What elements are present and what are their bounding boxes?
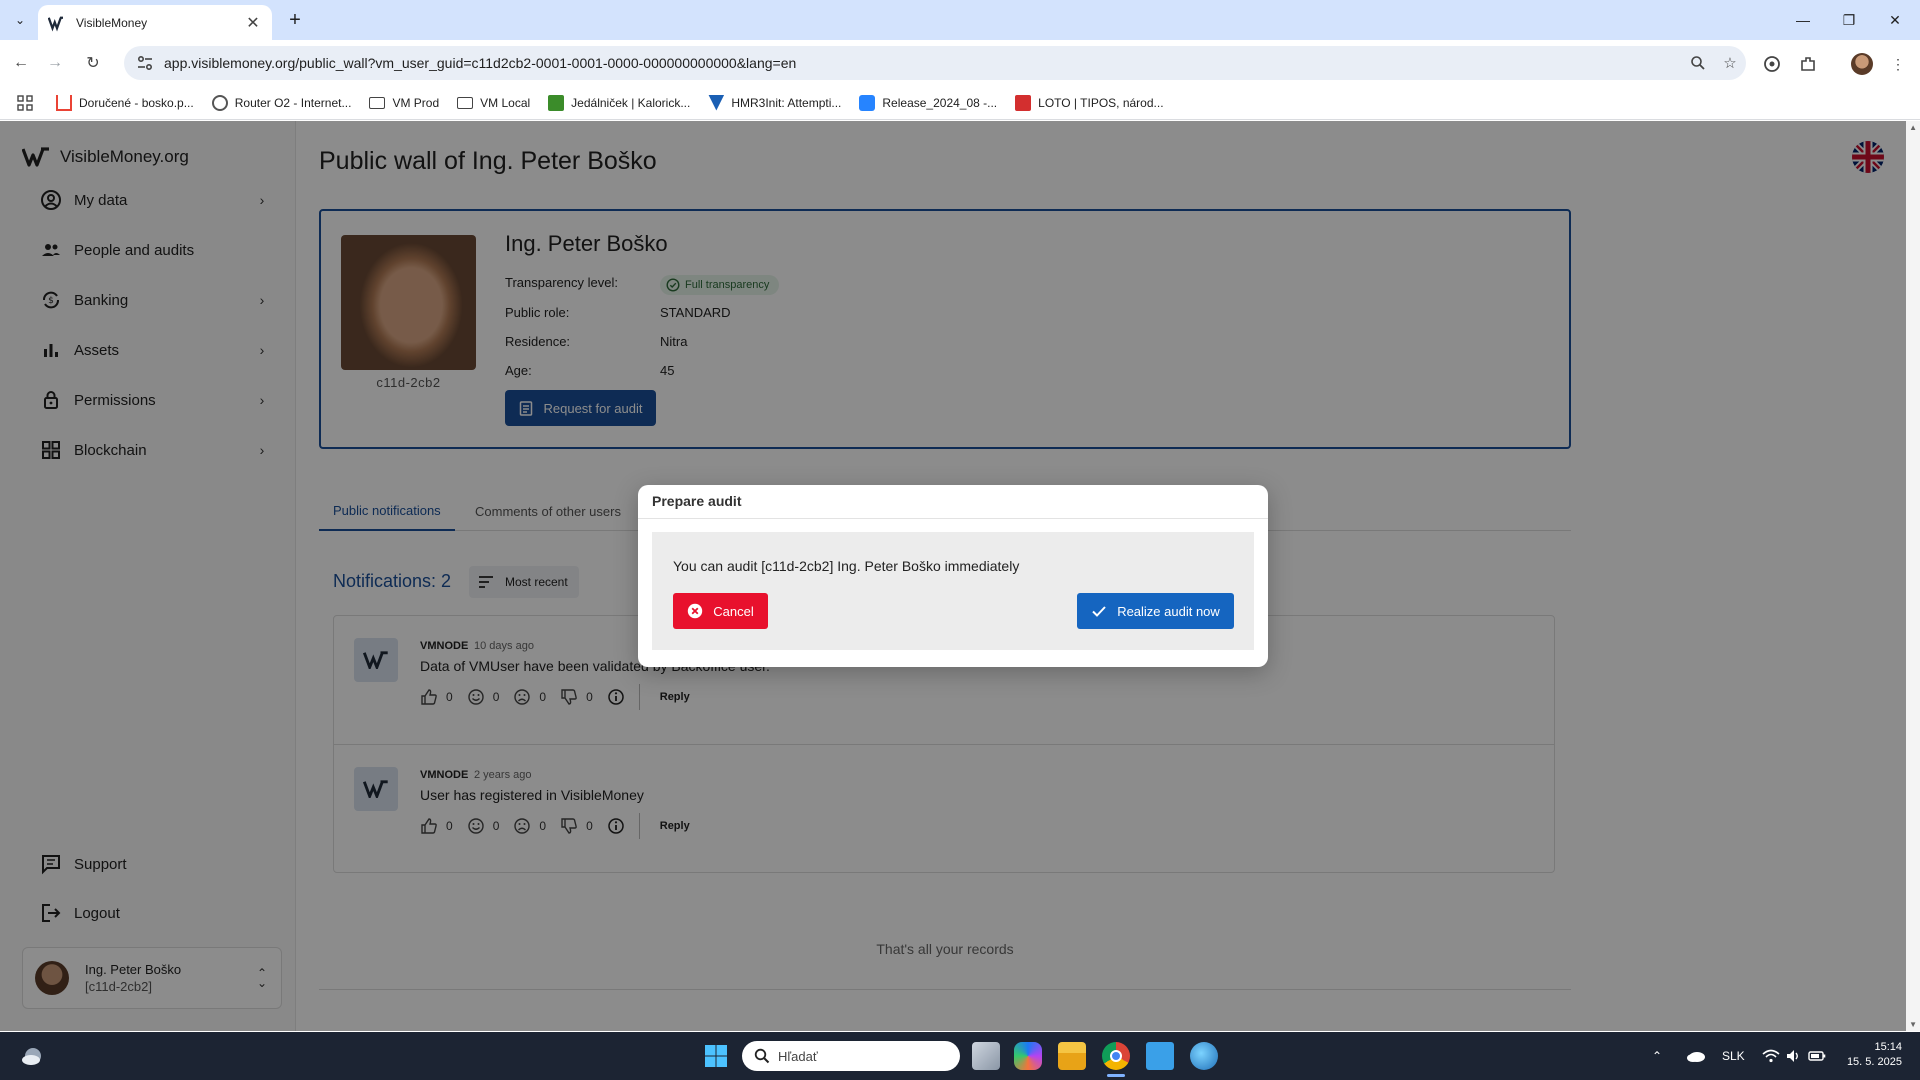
folder-icon (369, 96, 386, 109)
jira-icon (859, 94, 876, 111)
taskbar-search[interactable]: Hľadať (742, 1041, 960, 1071)
system-clock[interactable]: 15:14 15. 5. 2025 (1847, 1040, 1902, 1070)
search-placeholder: Hľadať (778, 1048, 818, 1064)
check-icon (1092, 606, 1106, 617)
globe-app-icon[interactable] (1190, 1042, 1218, 1070)
cancel-button[interactable]: Cancel (673, 593, 768, 629)
checkbox-icon (548, 94, 565, 111)
zoom-icon[interactable] (1682, 47, 1714, 79)
show-hidden-icons[interactable]: ⌃ (1652, 1032, 1662, 1080)
address-bar[interactable]: app.visiblemoney.org/public_wall?vm_user… (124, 46, 1746, 80)
app-viewport: VisibleMoney.org My data › People and au… (0, 121, 1920, 1031)
bookmark-item[interactable]: VM Local (457, 96, 530, 110)
url-text[interactable]: app.visiblemoney.org/public_wall?vm_user… (164, 55, 1682, 71)
bookmark-item[interactable]: Doručené - bosko.p... (56, 94, 194, 111)
language-indicator[interactable]: SLK (1722, 1032, 1745, 1080)
prepare-audit-dialog: Prepare audit You can audit [c11d-2cb2] … (638, 485, 1268, 667)
tab-title: VisibleMoney (76, 15, 148, 30)
clock-time: 15:14 (1874, 1041, 1902, 1053)
globe-icon (211, 94, 228, 111)
taskbar: Hľadať ⌃ SLK 15:14 15. 5. 2025 (0, 1032, 1920, 1080)
dialog-body: You can audit [c11d-2cb2] Ing. Peter Boš… (652, 532, 1254, 650)
extensions-puzzle-icon[interactable] (1794, 50, 1822, 78)
onedrive-icon[interactable] (1686, 1032, 1706, 1080)
weather-icon[interactable] (20, 1044, 46, 1068)
folder-icon (457, 96, 474, 109)
bookmark-item[interactable]: HMR3Init: Attempti... (708, 94, 841, 111)
minimize-icon[interactable]: — (1780, 0, 1826, 40)
tab-close-icon[interactable]: ✕ (244, 13, 262, 33)
new-tab-icon[interactable]: + (282, 8, 308, 34)
vbox-icon (708, 94, 725, 111)
wifi-icon[interactable] (1762, 1032, 1780, 1080)
dialog-title: Prepare audit (652, 493, 742, 509)
task-view-icon[interactable] (972, 1042, 1000, 1070)
bookmark-star-icon[interactable]: ☆ (1714, 47, 1746, 79)
page-scrollbar[interactable]: ▲ ▼ (1906, 121, 1920, 1031)
search-icon (754, 1048, 770, 1064)
back-icon[interactable]: ← (8, 50, 34, 76)
extension-shield-icon[interactable] (1758, 50, 1786, 78)
dialog-message: You can audit [c11d-2cb2] Ing. Peter Boš… (673, 558, 1020, 574)
bookmark-item[interactable]: Jedálniček | Kalorick... (548, 94, 690, 111)
browser-tab-strip: ⌄ VisibleMoney ✕ + — ❐ ✕ (0, 0, 1920, 40)
copilot-icon[interactable] (1014, 1042, 1042, 1070)
browser-tab[interactable]: VisibleMoney ✕ (38, 5, 272, 40)
tab-search-chevron-icon[interactable]: ⌄ (8, 9, 32, 31)
bookmarks-bar: Doručené - bosko.p... Router O2 - Intern… (0, 86, 1920, 120)
battery-icon[interactable] (1808, 1032, 1826, 1080)
bookmark-item[interactable]: Release_2024_08 -... (859, 94, 997, 111)
visiblemoney-favicon-icon (48, 16, 63, 32)
clock-date: 15. 5. 2025 (1846, 1056, 1902, 1068)
profile-avatar-icon[interactable] (1848, 50, 1876, 78)
reload-icon[interactable]: ↻ (80, 50, 106, 76)
gmail-icon (56, 94, 72, 111)
apps-grid-icon[interactable] (16, 94, 34, 112)
bookmark-item[interactable]: LOTO | TIPOS, národ... (1015, 94, 1164, 111)
chrome-icon[interactable] (1102, 1042, 1130, 1070)
scroll-down-icon[interactable]: ▼ (1909, 1020, 1917, 1029)
tipos-icon (1015, 94, 1032, 111)
dialog-divider (638, 518, 1268, 519)
restore-icon[interactable]: ❐ (1826, 0, 1872, 40)
forward-icon[interactable]: → (42, 50, 68, 76)
scroll-up-icon[interactable]: ▲ (1909, 123, 1917, 132)
active-app-indicator (1107, 1074, 1125, 1077)
realize-audit-button[interactable]: Realize audit now (1077, 593, 1234, 629)
close-window-icon[interactable]: ✕ (1872, 0, 1918, 40)
notepad-icon[interactable] (1146, 1042, 1174, 1070)
bookmark-item[interactable]: Router O2 - Internet... (211, 94, 351, 111)
bookmark-item[interactable]: VM Prod (369, 96, 439, 110)
site-info-icon[interactable] (136, 54, 154, 72)
file-explorer-icon[interactable] (1058, 1042, 1086, 1070)
browser-menu-icon[interactable]: ⋮ (1884, 50, 1912, 78)
windows-start-icon[interactable] (704, 1044, 728, 1068)
cancel-circle-icon (688, 603, 703, 619)
volume-icon[interactable] (1786, 1032, 1802, 1080)
browser-toolbar: ← → ↻ app.visiblemoney.org/public_wall?v… (0, 40, 1920, 86)
